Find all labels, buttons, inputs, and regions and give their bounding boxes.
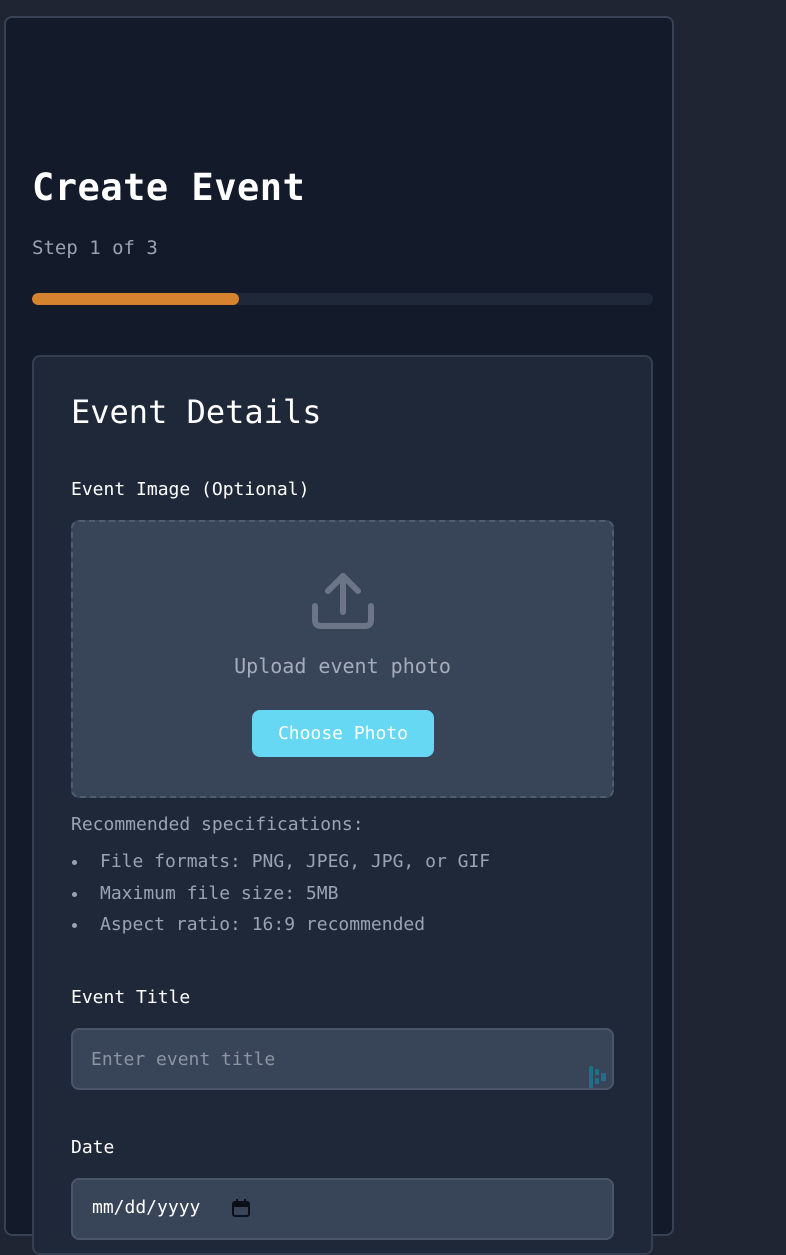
- event-details-card: Event Details Event Image (Optional) Upl…: [32, 355, 653, 1255]
- password-manager-icon[interactable]: [589, 1065, 607, 1089]
- date-label: Date: [71, 1137, 115, 1158]
- event-title-label: Event Title: [71, 987, 191, 1008]
- progress-bar-fill: [32, 293, 239, 305]
- choose-photo-button[interactable]: Choose Photo: [252, 710, 434, 757]
- create-event-panel: Create Event Step 1 of 3 Event Details E…: [4, 16, 674, 1255]
- image-dropzone[interactable]: Upload event photo Choose Photo: [71, 520, 614, 798]
- list-item: Aspect ratio: 16:9 recommended: [71, 909, 490, 941]
- date-value: mm/dd/yyyy: [92, 1197, 201, 1218]
- specs-list: File formats: PNG, JPEG, JPG, or GIF Max…: [71, 846, 490, 941]
- upload-icon: [312, 573, 374, 629]
- specs-title: Recommended specifications:: [71, 814, 364, 835]
- list-item: Maximum file size: 5MB: [71, 878, 490, 910]
- upload-text: Upload event photo: [234, 654, 451, 678]
- event-title-input[interactable]: [71, 1028, 614, 1090]
- page-title: Create Event: [32, 166, 306, 209]
- card-title: Event Details: [71, 393, 322, 431]
- progress-bar: [32, 293, 653, 305]
- event-image-label: Event Image (Optional): [71, 479, 310, 500]
- list-item: File formats: PNG, JPEG, JPG, or GIF: [71, 846, 490, 878]
- step-indicator: Step 1 of 3: [32, 237, 158, 259]
- calendar-icon[interactable]: [232, 1199, 250, 1217]
